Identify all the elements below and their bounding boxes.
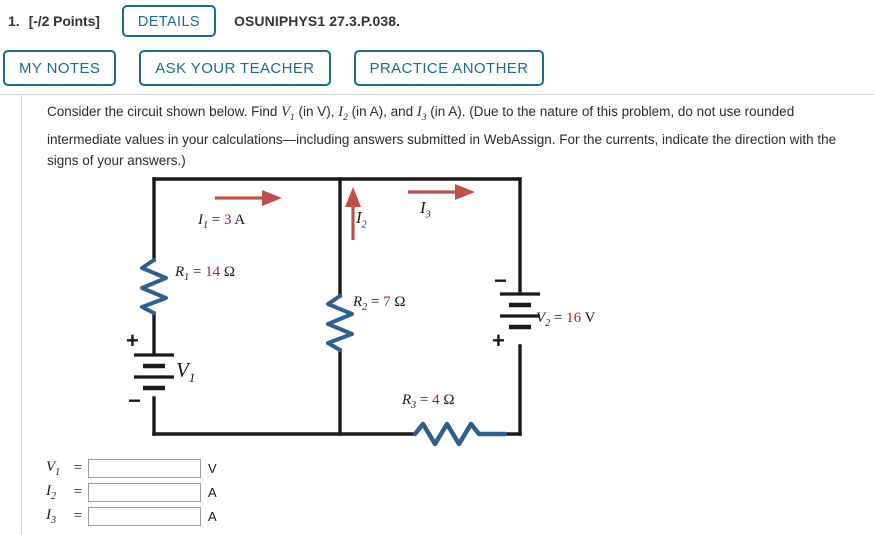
question-header-bar: 1. [-/2 Points] DETAILS OSUNIPHYS1 27.3.… (0, 0, 874, 42)
answer-input-i3[interactable] (88, 506, 201, 526)
answer-row-v1-equals: = (73, 459, 83, 476)
circuit-diagram: + − − + I1 = 3 A I2 I3 R1 = 14 Ω R2 = 7 … (120, 168, 595, 453)
label-i2: I2 (356, 208, 367, 230)
answer-row-i2-sub: 2 (51, 490, 56, 502)
label-r1-symbol: R (175, 264, 185, 280)
question-text-part-1: Consider the circuit shown below. Find (47, 104, 282, 119)
answer-unit-i3: A (208, 508, 217, 524)
left-rail-divider (21, 95, 22, 535)
question-text-part-3: (in A), and (347, 104, 417, 119)
answer-row-i3-label: I3 (46, 507, 68, 526)
label-r2-eq: = (367, 294, 384, 310)
answer-input-i2[interactable] (88, 482, 201, 502)
battery-v1-minus-sign: − (128, 388, 141, 413)
label-r2-value: 7 (383, 294, 391, 310)
answer-row-v1-symbol: V (46, 458, 56, 475)
label-i1: I1 = 3 A (198, 212, 245, 231)
label-v2-unit: V (581, 310, 596, 326)
my-notes-button[interactable]: MY NOTES (3, 50, 117, 86)
answer-unit-i2: A (208, 484, 217, 500)
question-tools-bar: MY NOTES ASK YOUR TEACHER PRACTICE ANOTH… (0, 49, 874, 87)
label-i2-sub: 2 (361, 219, 367, 231)
practice-another-button[interactable]: PRACTICE ANOTHER (353, 50, 545, 86)
resistor-r1-symbol (140, 258, 168, 315)
label-r1-value: 14 (205, 264, 221, 280)
answer-row-v1-sub: 1 (55, 466, 61, 478)
answer-row-i3: I3 = A (46, 504, 217, 528)
battery-v2-minus-sign: − (494, 268, 507, 293)
label-r3-value: 4 (432, 392, 440, 408)
battery-v2-plus-sign: + (492, 328, 505, 353)
label-r1-eq: = (189, 264, 206, 280)
answer-row-i3-sub: 3 (51, 514, 56, 526)
label-v1-sub: 1 (188, 370, 196, 386)
label-r2: R2 = 7 Ω (353, 294, 406, 313)
current-arrow-i1 (215, 190, 282, 206)
battery-v2-symbol (500, 292, 540, 330)
label-r2-symbol: R (353, 294, 363, 310)
resistor-r2-symbol (326, 294, 354, 352)
assignment-code: OSUNIPHYS1 27.3.P.038. (234, 13, 401, 29)
current-arrow-i3 (408, 184, 475, 200)
label-v2-symbol: V (536, 310, 546, 326)
inline-var-v1-symbol: V (281, 104, 290, 120)
answer-row-v1: V1 = V (46, 456, 217, 480)
label-r3-eq: = (416, 392, 433, 408)
label-r2-unit: Ω (390, 294, 406, 310)
battery-v1-symbol (134, 353, 174, 391)
label-i1-eq: = (208, 212, 224, 228)
answer-fields: V1 = V I2 = A I3 = A (46, 456, 217, 528)
header-divider (0, 94, 874, 95)
points-label: [-/2 Points] (28, 13, 100, 29)
question-number: 1. (8, 13, 20, 29)
label-v2: V2 = 16 V (536, 310, 595, 329)
label-v2-eq: = (550, 310, 567, 326)
battery-v1-plus-sign: + (126, 328, 139, 353)
label-i1-unit: A (231, 212, 246, 228)
label-i3: I3 (420, 198, 431, 220)
inline-var-i2: I2 (338, 104, 348, 123)
question-text-part-2: (in V), (294, 104, 339, 119)
label-r3: R3 = 4 Ω (402, 392, 455, 411)
answer-row-i2-label: I2 (46, 483, 68, 502)
label-r3-unit: Ω (439, 392, 455, 408)
answer-row-i2-equals: = (73, 483, 83, 500)
label-r1-unit: Ω (220, 264, 236, 280)
label-v2-value: 16 (566, 310, 582, 326)
answer-row-i3-equals: = (73, 507, 83, 524)
label-i3-sub: 3 (425, 209, 431, 221)
label-v1-symbol: V (176, 358, 189, 382)
inline-var-v1: V1 (281, 104, 295, 123)
details-button[interactable]: DETAILS (121, 5, 216, 37)
ask-your-teacher-button[interactable]: ASK YOUR TEACHER (139, 50, 331, 86)
answer-row-v1-label: V1 (46, 459, 68, 478)
question-prompt: Consider the circuit shown below. Find V… (47, 101, 859, 171)
answer-row-i2: I2 = A (46, 480, 217, 504)
answer-input-v1[interactable] (88, 458, 201, 478)
answer-unit-v1: V (208, 460, 217, 476)
label-r1: R1 = 14 Ω (175, 264, 235, 283)
label-r3-symbol: R (402, 392, 412, 408)
label-v1: V1 (176, 358, 195, 386)
